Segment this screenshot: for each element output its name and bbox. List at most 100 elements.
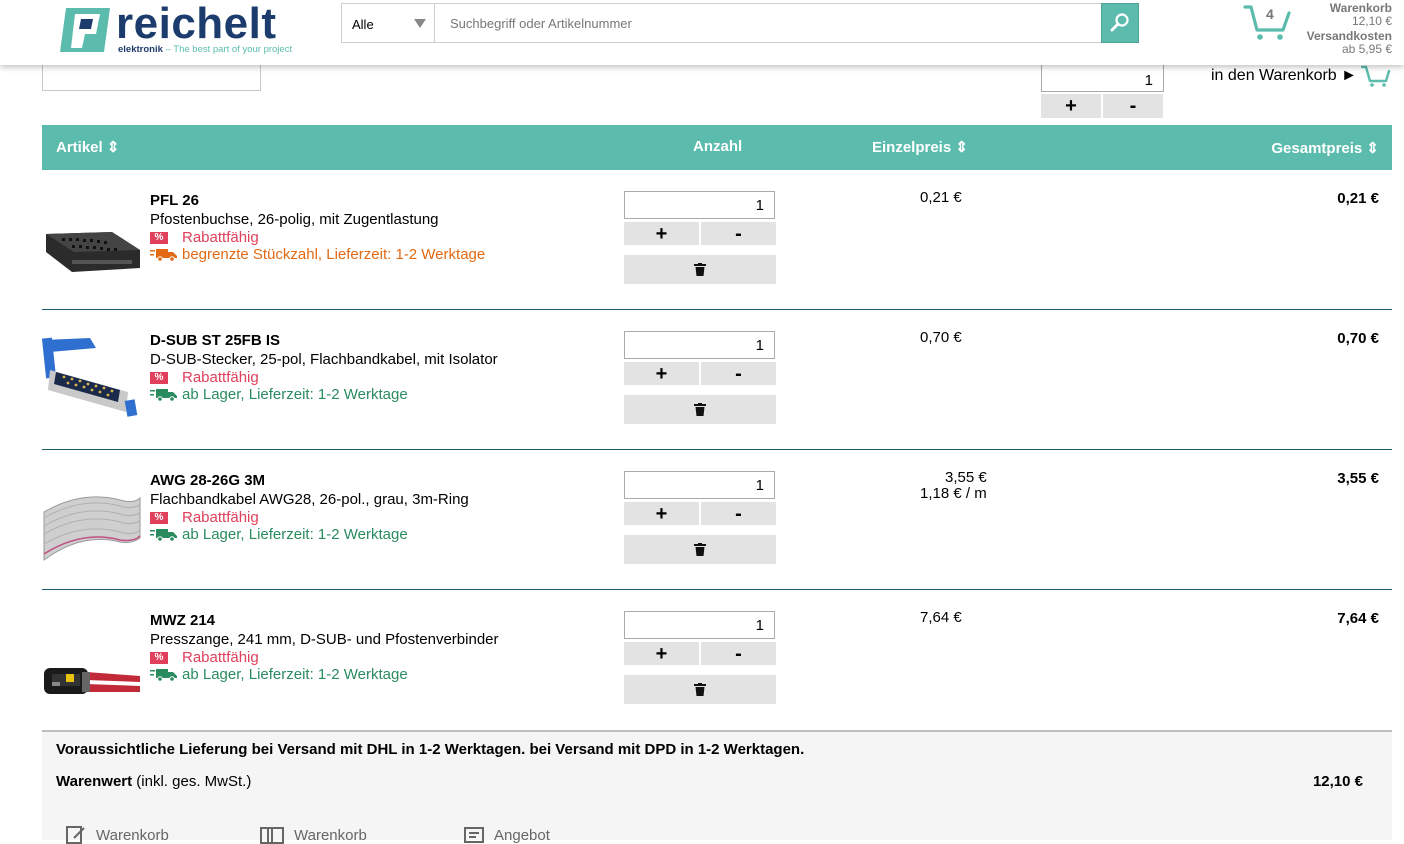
- load-cart-button[interactable]: Warenkorb: [260, 826, 464, 844]
- quantity-input[interactable]: [624, 611, 775, 639]
- unit-price: 0,21 €: [920, 189, 962, 206]
- percent-icon: %: [150, 511, 168, 524]
- product-name-link[interactable]: PFL 26: [150, 192, 485, 209]
- trash-icon: [694, 403, 706, 416]
- search-button[interactable]: [1101, 3, 1139, 43]
- quantity-plus-button[interactable]: +: [624, 642, 699, 665]
- quick-add-minus-button[interactable]: -: [1103, 94, 1163, 118]
- quick-add-plus-button[interactable]: +: [1041, 94, 1101, 118]
- delivery-estimate: Voraussichtliche Lieferung bei Versand m…: [56, 741, 805, 758]
- table-row: AWG 28-26G 3M Flachbandkabel AWG28, 26-p…: [42, 450, 1392, 590]
- availability-status: ab Lager, Lieferzeit: 1-2 Werktage: [150, 526, 469, 543]
- quantity-input[interactable]: [624, 191, 775, 219]
- quantity-minus-button[interactable]: -: [701, 362, 776, 385]
- cart-summary[interactable]: Warenkorb 12,10 € Versandkosten ab 5,95 …: [1307, 2, 1392, 56]
- quantity-plus-button[interactable]: +: [624, 222, 699, 245]
- product-info: PFL 26 Pfostenbuchse, 26-polig, mit Zuge…: [150, 192, 485, 263]
- sort-artikel[interactable]: Artikel ⇕: [56, 138, 119, 156]
- total-price: 7,64 €: [1337, 610, 1379, 627]
- add-to-cart-link[interactable]: in den Warenkorb ►: [1211, 64, 1391, 88]
- search-input[interactable]: [434, 3, 1102, 43]
- product-name-link[interactable]: D-SUB ST 25FB IS: [150, 332, 498, 349]
- site-header: reichelt elektronik – The best part of y…: [0, 0, 1404, 65]
- search-icon: [1110, 12, 1129, 31]
- cart-actions: Warenkorb Warenkorb Angebot: [66, 826, 550, 844]
- request-quote-button[interactable]: Angebot: [464, 826, 550, 844]
- quantity-minus-button[interactable]: -: [701, 502, 776, 525]
- percent-icon: %: [150, 231, 168, 244]
- product-description: D-SUB-Stecker, 25-pol, Flachbandkabel, m…: [150, 351, 498, 368]
- chevron-down-icon: [414, 19, 426, 28]
- cart-icon: [1360, 65, 1391, 87]
- table-row: PFL 26 Pfostenbuchse, 26-polig, mit Zuge…: [42, 170, 1392, 310]
- product-description: Flachbandkabel AWG28, 26-pol., grau, 3m-…: [150, 491, 469, 508]
- product-image-dsub[interactable]: [42, 330, 142, 430]
- folder-icon: [260, 827, 284, 844]
- logo-mark-icon: [60, 8, 110, 52]
- quantity-plus-button[interactable]: +: [624, 502, 699, 525]
- quantity-input[interactable]: [624, 331, 775, 359]
- rabatt-badge: % Rabattfähig: [150, 509, 469, 526]
- reichelt-logo[interactable]: reichelt elektronik – The best part of y…: [58, 0, 308, 58]
- availability-status: ab Lager, Lieferzeit: 1-2 Werktage: [150, 386, 498, 403]
- cart-summary-panel: Voraussichtliche Lieferung bei Versand m…: [42, 730, 1392, 844]
- sort-gesamtpreis[interactable]: Gesamtpreis ⇕: [1271, 139, 1379, 157]
- trash-icon: [694, 683, 706, 696]
- delete-item-button[interactable]: [624, 675, 776, 704]
- cart-table-header: Artikel ⇕ Anzahl Einzelpreis ⇕ Gesamtpre…: [42, 125, 1392, 170]
- warenwert-label: Warenwert (inkl. ges. MwSt.): [56, 773, 252, 790]
- delete-item-button[interactable]: [624, 255, 776, 284]
- edit-icon: [66, 826, 85, 844]
- logo-wordmark: reichelt: [116, 0, 277, 48]
- quantity-minus-button[interactable]: -: [701, 222, 776, 245]
- product-info: D-SUB ST 25FB IS D-SUB-Stecker, 25-pol, …: [150, 332, 498, 403]
- cart-count-badge: 4: [1266, 6, 1274, 22]
- total-price: 0,21 €: [1337, 190, 1379, 207]
- header-anzahl: Anzahl: [693, 138, 743, 155]
- search-category-select[interactable]: Alle: [341, 3, 435, 43]
- availability-status: begrenzte Stückzahl, Lieferzeit: 1-2 Wer…: [150, 246, 485, 263]
- quantity-minus-button[interactable]: -: [701, 642, 776, 665]
- percent-icon: %: [150, 651, 168, 664]
- truck-icon: [150, 248, 177, 262]
- availability-status: ab Lager, Lieferzeit: 1-2 Werktage: [150, 666, 499, 683]
- unit-price: 0,70 €: [920, 329, 962, 346]
- delete-item-button[interactable]: [624, 535, 776, 564]
- product-description: Pfostenbuchse, 26-polig, mit Zugentlastu…: [150, 211, 439, 228]
- product-name-link[interactable]: AWG 28-26G 3M: [150, 472, 469, 489]
- table-row: D-SUB ST 25FB IS D-SUB-Stecker, 25-pol, …: [42, 310, 1392, 450]
- product-description: Presszange, 241 mm, D-SUB- und Pfostenve…: [150, 631, 499, 648]
- unit-price: 7,64 €: [920, 609, 962, 626]
- quantity-input[interactable]: [624, 471, 775, 499]
- save-cart-button[interactable]: Warenkorb: [66, 826, 260, 844]
- product-image-ribbon-cable[interactable]: [42, 470, 142, 570]
- trash-icon: [694, 543, 706, 556]
- truck-icon: [150, 388, 177, 402]
- sort-einzelpreis[interactable]: Einzelpreis ⇕: [872, 138, 968, 156]
- quantity-plus-button[interactable]: +: [624, 362, 699, 385]
- document-icon: [464, 827, 484, 843]
- total-price: 3,55 €: [1337, 470, 1379, 487]
- product-name-link[interactable]: MWZ 214: [150, 612, 499, 629]
- rabatt-badge: % Rabattfähig: [150, 649, 499, 666]
- delete-item-button[interactable]: [624, 395, 776, 424]
- shipping-value: ab 5,95 €: [1341, 42, 1392, 56]
- product-image-pfl26[interactable]: [42, 190, 142, 290]
- rabatt-badge: % Rabattfähig: [150, 229, 485, 246]
- total-price: 0,70 €: [1337, 330, 1379, 347]
- product-info: AWG 28-26G 3M Flachbandkabel AWG28, 26-p…: [150, 472, 469, 543]
- product-info: MWZ 214 Presszange, 241 mm, D-SUB- und P…: [150, 612, 499, 683]
- product-image-crimp-tool[interactable]: [42, 610, 142, 710]
- trash-icon: [694, 263, 706, 276]
- cart-amount: 12,10 €: [1351, 14, 1392, 28]
- logo-tagline: elektronik – The best part of your proje…: [118, 44, 293, 55]
- add-to-cart-label: in den Warenkorb ►: [1211, 67, 1357, 84]
- quick-add-quantity[interactable]: [1041, 62, 1164, 92]
- truck-icon: [150, 528, 177, 542]
- warenwert-value: 12,10 €: [1312, 773, 1363, 790]
- unit-price: 3,55 €1,18 € / m: [920, 469, 987, 502]
- rabatt-badge: % Rabattfähig: [150, 369, 498, 386]
- truck-icon: [150, 668, 177, 682]
- percent-icon: %: [150, 371, 168, 384]
- table-row: MWZ 214 Presszange, 241 mm, D-SUB- und P…: [42, 590, 1392, 730]
